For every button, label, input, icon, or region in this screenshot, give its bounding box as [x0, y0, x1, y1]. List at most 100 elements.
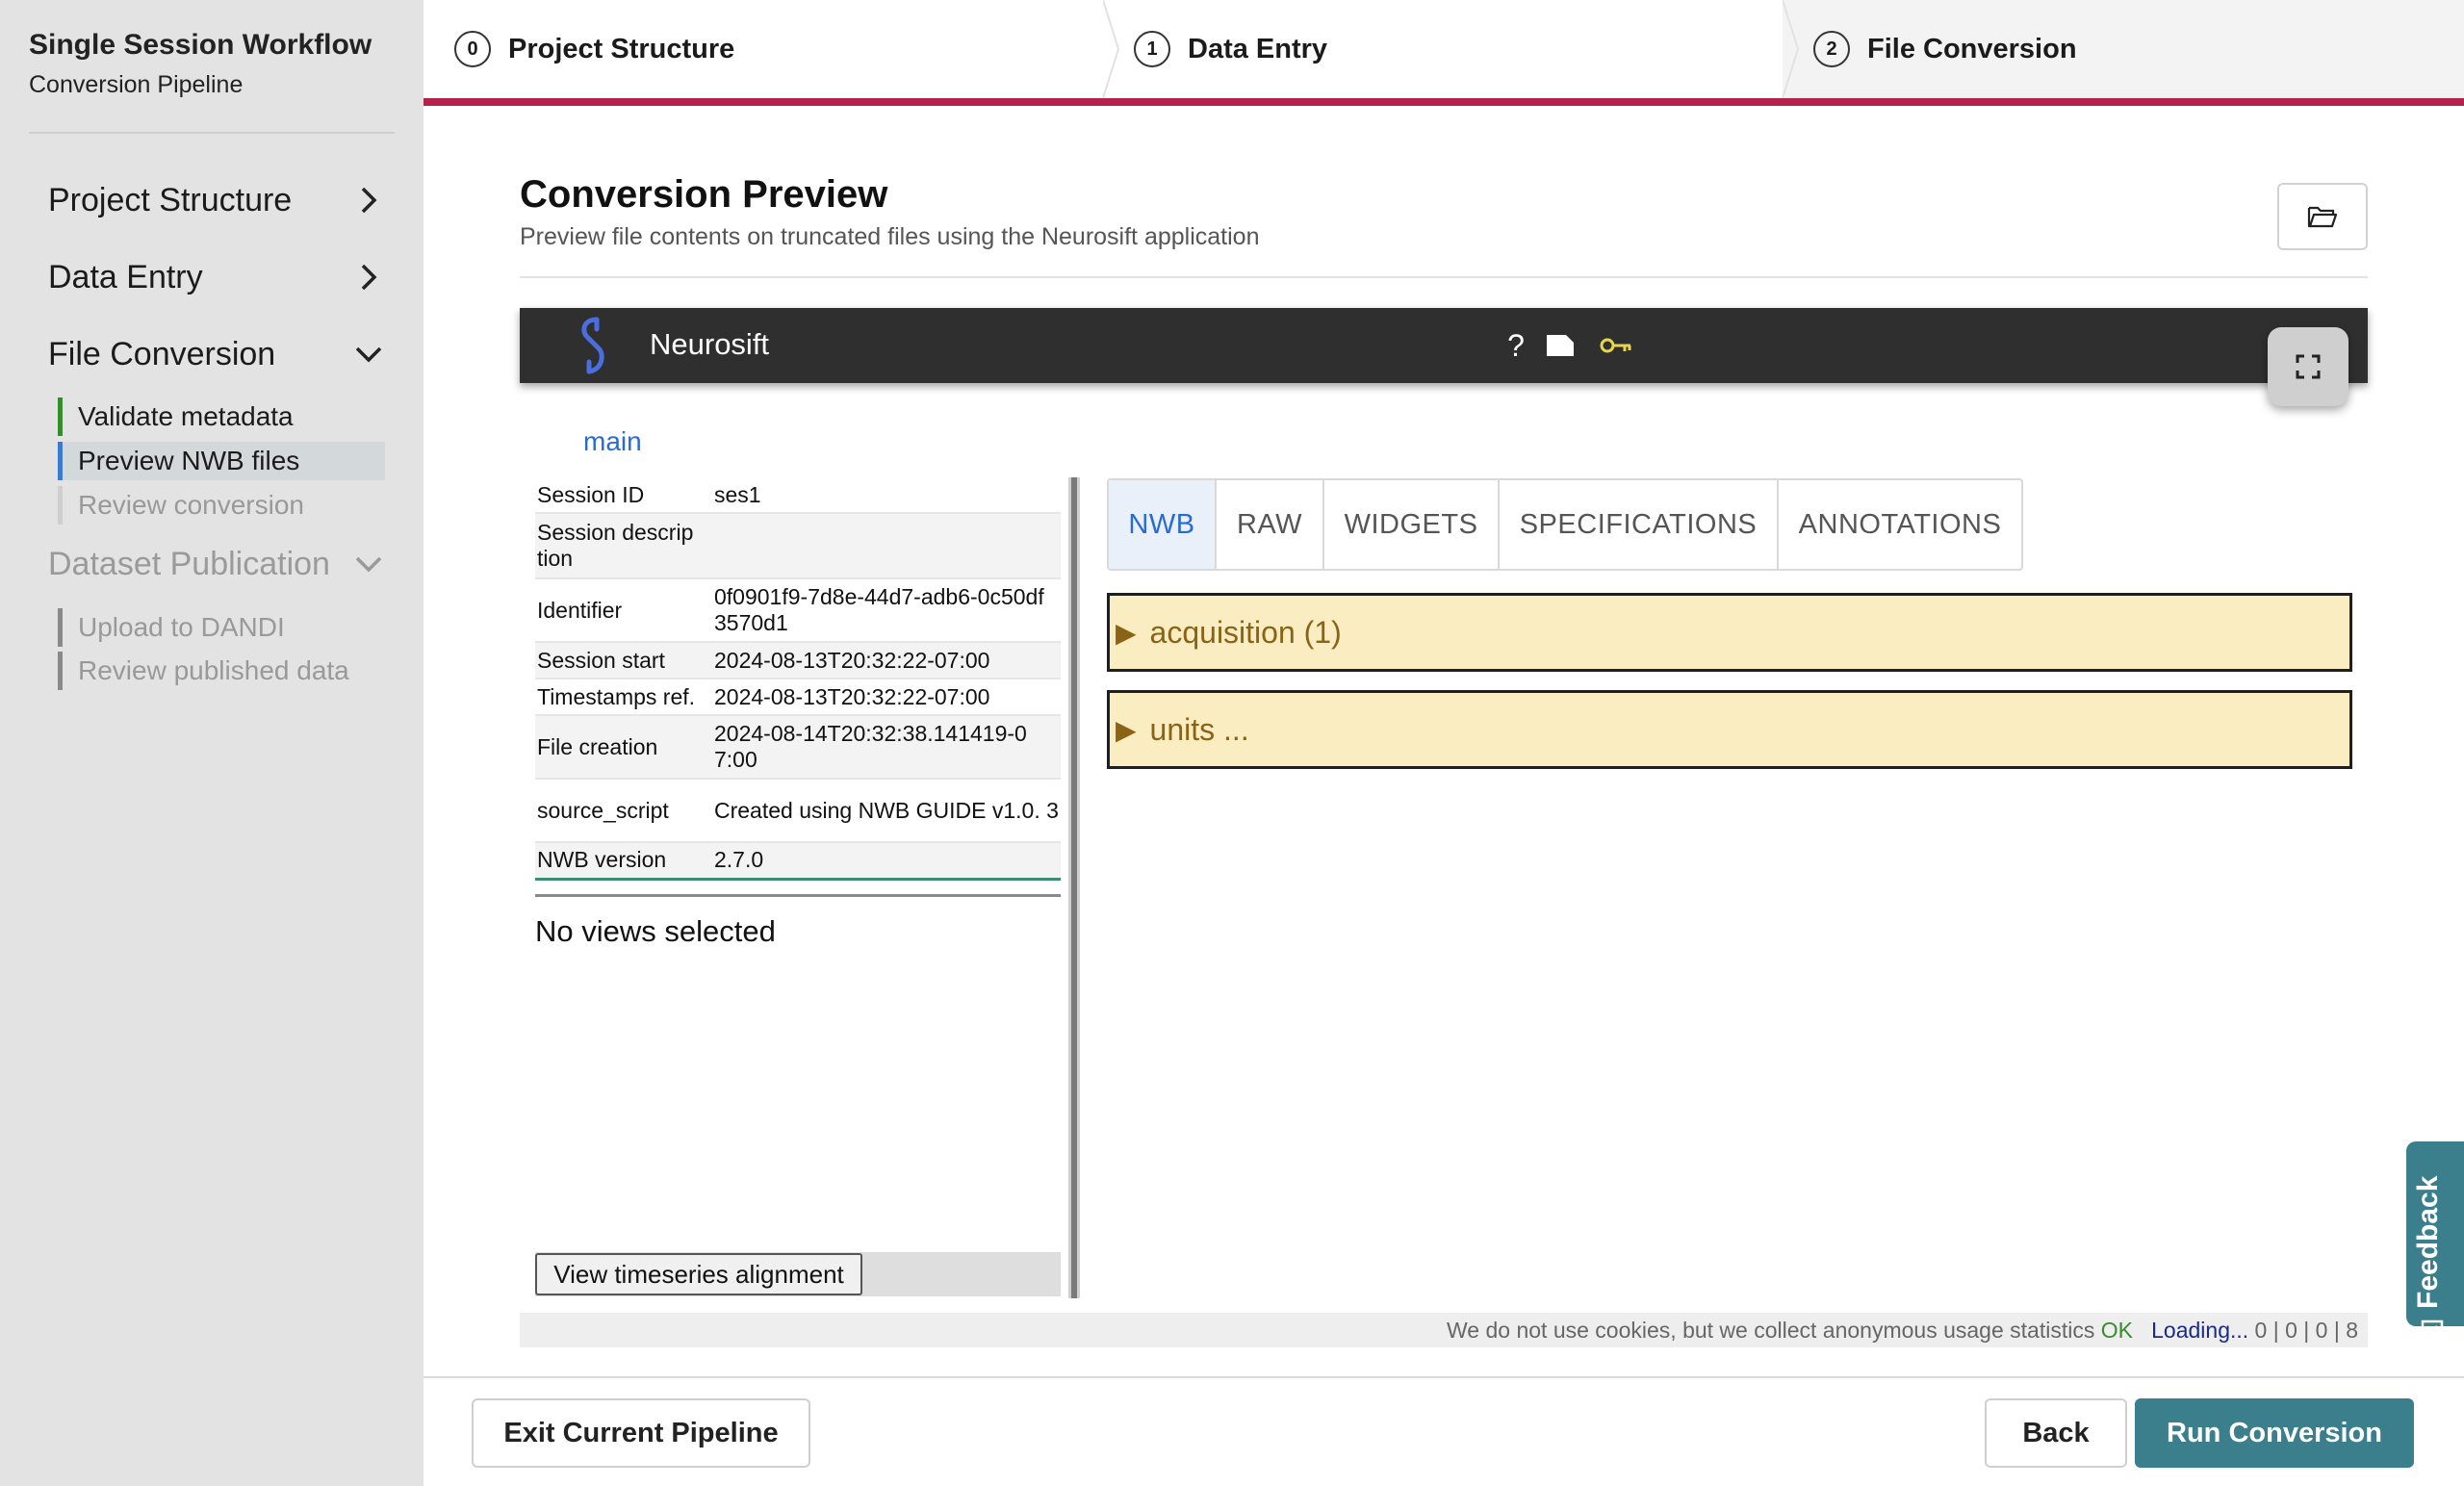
step-label: Data Entry [1188, 33, 1328, 64]
accordion-label: acquisition (1) [1149, 614, 1342, 650]
file-info-key: File creation [535, 715, 712, 780]
table-row: Identifier 0f0901f9-7d8e-44d7-adb6-0c50d… [535, 578, 1061, 643]
run-conversion-button[interactable]: Run Conversion [2135, 1398, 2414, 1468]
file-info-key: Timestamps ref. [535, 679, 712, 716]
sidebar-item-label: Dataset Publication [48, 545, 330, 582]
step-number: 0 [454, 31, 491, 67]
table-row: NWB version 2.7.0 [535, 842, 1061, 881]
expand-triangle-icon: ▶ [1116, 617, 1137, 648]
tab-main[interactable]: main [583, 426, 642, 457]
sidebar-subitem-review-conversion[interactable]: Review conversion [58, 486, 385, 525]
sidebar-item-project-structure[interactable]: Project Structure [48, 171, 385, 229]
sidebar-item-file-conversion[interactable]: File Conversion [48, 325, 385, 383]
neurosift-toolbar: Neurosift ? [520, 308, 2368, 383]
file-info-value: 2.7.0 [712, 842, 1061, 881]
folder-open-icon [2307, 206, 2338, 228]
acquisition-accordion[interactable]: ▶ acquisition (1) [1107, 593, 2352, 672]
help-icon[interactable]: ? [1494, 323, 1538, 368]
file-info-value: 0f0901f9-7d8e-44d7-adb6-0c50df 3570d1 [712, 578, 1061, 643]
status-counts: 0 | 0 | 0 | 8 [2248, 1317, 2358, 1343]
accordion-label: units ... [1149, 711, 1249, 747]
page-title: Conversion Preview [520, 173, 888, 216]
fullscreen-button[interactable] [2268, 327, 2348, 406]
step-project-structure[interactable]: 0 Project Structure [454, 0, 734, 98]
sidebar-subitem-validate-metadata[interactable]: Validate metadata [58, 397, 385, 436]
sidebar-subitem-label: Preview NWB files [78, 446, 300, 475]
table-row: File creation 2024-08-14T20:32:38.141419… [535, 715, 1061, 780]
page-subtitle: Preview file contents on truncated files… [520, 223, 1260, 250]
step-separator-icon [1783, 0, 1800, 98]
sidebar-subitem-upload-to-dandi[interactable]: Upload to DANDI [58, 608, 385, 647]
step-separator-icon [1103, 0, 1120, 98]
sidebar-subitem-label: Upload to DANDI [78, 612, 285, 642]
step-file-conversion[interactable]: 2 File Conversion [1813, 0, 2077, 98]
feedback-icon [2421, 1319, 2444, 1343]
view-timeseries-alignment-button[interactable]: View timeseries alignment [535, 1253, 862, 1295]
sidebar-item-label: Data Entry [48, 258, 203, 295]
loading-indicator: Loading... [2151, 1317, 2249, 1343]
app-title: Single Session Workflow [29, 29, 372, 61]
neurosift-title: Neurosift [650, 327, 770, 361]
step-number: 1 [1134, 31, 1170, 67]
sidebar-item-data-entry[interactable]: Data Entry [48, 248, 385, 306]
table-row: Session descrip tion [535, 513, 1061, 579]
file-info-value: 2024-08-14T20:32:38.141419-0 7:00 [712, 715, 1061, 780]
file-info-value: Created using NWB GUIDE v1.0. 3 [712, 779, 1061, 843]
stepper-progress-bar [424, 98, 2464, 106]
view-tabs: NWB RAW WIDGETS SPECIFICATIONS ANNOTATIO… [1107, 478, 2023, 571]
sidebar-item-dataset-publication[interactable]: Dataset Publication [48, 535, 385, 593]
file-info-key: Session ID [535, 477, 712, 514]
file-info-key: Identifier [535, 578, 712, 643]
notice-text: We do not use cookies, but we collect an… [1447, 1317, 2101, 1343]
key-icon[interactable] [1594, 323, 1638, 368]
step-number: 2 [1813, 31, 1850, 67]
tab-raw[interactable]: RAW [1217, 480, 1324, 569]
tab-widgets[interactable]: WIDGETS [1324, 480, 1500, 569]
sidebar-subitem-review-published-data[interactable]: Review published data [58, 652, 385, 690]
sidebar: Single Session Workflow Conversion Pipel… [0, 0, 424, 1486]
tag-icon[interactable] [1538, 323, 1582, 368]
no-views-message: No views selected [535, 914, 776, 948]
ok-link[interactable]: OK [2101, 1318, 2133, 1344]
footer-divider [424, 1376, 2464, 1378]
usage-statistics-notice: We do not use cookies, but we collect an… [520, 1313, 2368, 1347]
file-info-value: 2024-08-13T20:32:22-07:00 [712, 679, 1061, 716]
step-data-entry[interactable]: 1 Data Entry [1134, 0, 1327, 98]
table-row: Session ID ses1 [535, 477, 1061, 514]
table-row: source_script Created using NWB GUIDE v1… [535, 779, 1061, 843]
file-info-value: 2024-08-13T20:32:22-07:00 [712, 642, 1061, 679]
table-row: Session start 2024-08-13T20:32:22-07:00 [535, 642, 1061, 679]
neurosift-logo-icon [581, 317, 604, 374]
table-row: Timestamps ref. 2024-08-13T20:32:22-07:0… [535, 679, 1061, 716]
file-info-value [712, 513, 1061, 579]
app-subtitle: Conversion Pipeline [29, 71, 244, 98]
sidebar-subitem-label: Validate metadata [78, 401, 294, 431]
chevron-down-icon [352, 338, 385, 371]
feedback-label: Feedback [2412, 1175, 2444, 1309]
sidebar-subitem-label: Review published data [78, 655, 349, 685]
step-label: File Conversion [1867, 33, 2077, 64]
file-info-value: ses1 [712, 477, 1061, 514]
exit-pipeline-button[interactable]: Exit Current Pipeline [472, 1398, 810, 1468]
units-accordion[interactable]: ▶ units ... [1107, 690, 2352, 769]
header-divider [520, 276, 2368, 278]
tab-specifications[interactable]: SPECIFICATIONS [1500, 480, 1779, 569]
open-folder-button[interactable] [2277, 183, 2368, 250]
file-info-key: Session start [535, 642, 712, 679]
file-info-key: NWB version [535, 842, 712, 881]
file-info-table: Session ID ses1 Session descrip tion Ide… [535, 477, 1061, 881]
sidebar-subitem-preview-nwb-files[interactable]: Preview NWB files [58, 442, 385, 480]
step-label: Project Structure [508, 33, 735, 64]
sidebar-item-label: Project Structure [48, 181, 293, 218]
tab-nwb[interactable]: NWB [1109, 480, 1217, 569]
splitter-handle[interactable] [1071, 477, 1077, 1298]
sidebar-item-label: File Conversion [48, 335, 276, 372]
panel-splitter[interactable] [1068, 477, 1080, 1298]
back-button[interactable]: Back [1985, 1398, 2127, 1468]
file-info-key: source_script [535, 779, 712, 843]
panel-divider [535, 894, 1061, 897]
expand-triangle-icon: ▶ [1116, 714, 1137, 745]
tab-annotations[interactable]: ANNOTATIONS [1779, 480, 2021, 569]
chevron-right-icon [352, 184, 385, 217]
sidebar-divider [29, 132, 395, 134]
